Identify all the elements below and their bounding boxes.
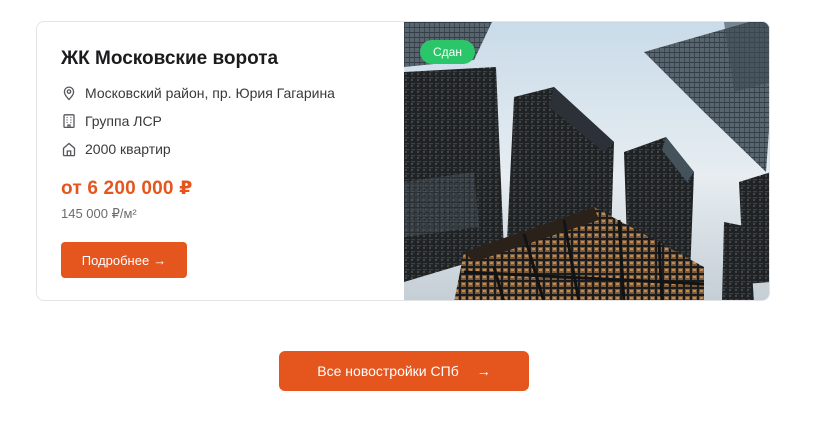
- arrow-right-icon: →: [153, 252, 167, 268]
- house-icon: [61, 141, 77, 157]
- building-icon: [61, 113, 77, 129]
- apartments-row: 2000 квартир: [61, 141, 171, 157]
- complex-info: ЖК Московские ворота Московский район, п…: [37, 22, 404, 300]
- details-button-label: Подробнее: [81, 252, 150, 268]
- address-row: Московский район, пр. Юрия Гагарина: [61, 85, 335, 101]
- price: от 6 200 000 ₽: [61, 178, 193, 199]
- all-new-buildings-label: Все новостройки СПб: [317, 363, 459, 379]
- complex-title[interactable]: ЖК Московские ворота: [61, 45, 278, 73]
- address-text: Московский район, пр. Юрия Гагарина: [85, 85, 335, 101]
- developer-text: Группа ЛСР: [85, 113, 162, 129]
- apartments-text: 2000 квартир: [85, 141, 171, 157]
- developer-row: Группа ЛСР: [61, 113, 162, 129]
- complex-card[interactable]: ЖК Московские ворота Московский район, п…: [36, 21, 770, 301]
- details-button[interactable]: Подробнее →: [61, 242, 187, 278]
- all-new-buildings-button[interactable]: Все новостройки СПб →: [279, 351, 529, 391]
- status-badge: Сдан: [420, 40, 475, 64]
- arrow-right-icon: →: [476, 363, 491, 379]
- complex-photo[interactable]: Сдан: [404, 22, 769, 300]
- map-pin-icon: [61, 85, 77, 101]
- price-per-sqm: 145 000 ₽/м²: [61, 206, 137, 221]
